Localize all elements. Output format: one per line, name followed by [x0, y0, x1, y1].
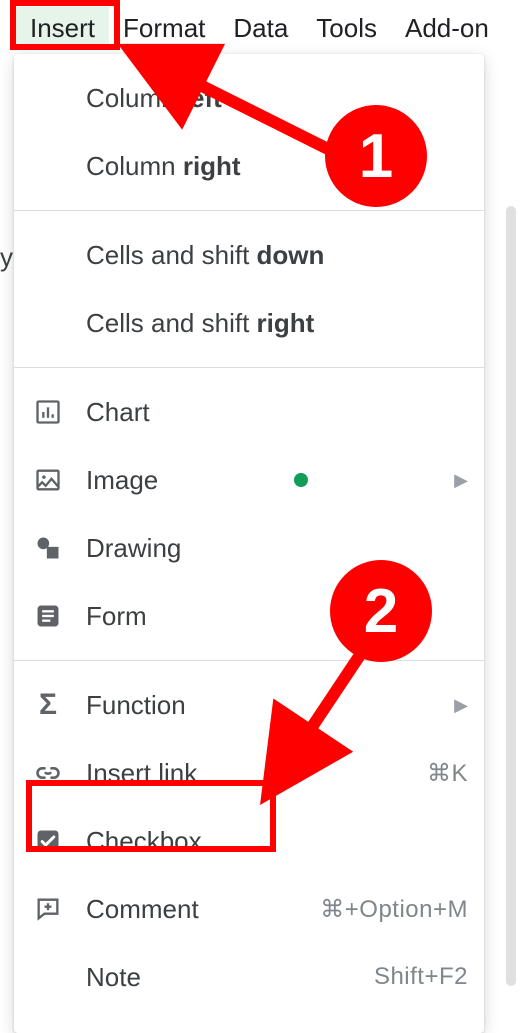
- menu-label: Drawing: [86, 533, 468, 564]
- menu-item-form[interactable]: Form: [14, 582, 484, 650]
- menu-label: Column left: [86, 83, 468, 114]
- menu-label: Column right: [86, 151, 468, 182]
- menu-item-image[interactable]: Image ▶: [14, 446, 484, 514]
- menu-item-checkbox[interactable]: Checkbox: [14, 807, 484, 875]
- sheet-left-cutoff: y: [0, 242, 13, 273]
- spacer-icon: [32, 961, 64, 993]
- menu-label: Note: [86, 962, 364, 993]
- spacer-icon: [32, 150, 64, 182]
- shortcut-label: Shift+F2: [374, 963, 468, 991]
- menu-item-drawing[interactable]: Drawing: [14, 514, 484, 582]
- menu-item-chart[interactable]: Chart: [14, 378, 484, 446]
- menubar-item-insert[interactable]: Insert: [16, 7, 109, 50]
- form-icon: [32, 600, 64, 632]
- menu-scrollbar[interactable]: [506, 206, 516, 986]
- menu-label: Cells and shift down: [86, 240, 468, 271]
- comment-icon: [32, 893, 64, 925]
- spacer-icon: [32, 239, 64, 271]
- spacer-icon: [32, 82, 64, 114]
- menu-label: Checkbox: [86, 826, 468, 857]
- menu-item-comment[interactable]: Comment ⌘+Option+M: [14, 875, 484, 943]
- link-icon: [32, 757, 64, 789]
- menu-item-shift-down[interactable]: Cells and shift down: [14, 221, 484, 289]
- menu-divider: [14, 210, 484, 211]
- menu-item-function[interactable]: Σ Function ▶: [14, 671, 484, 739]
- new-feature-dot: [294, 473, 308, 487]
- menu-divider: [14, 660, 484, 661]
- chevron-right-icon: ▶: [454, 470, 468, 491]
- chevron-right-icon: ▶: [454, 695, 468, 716]
- menu-label: Insert link: [86, 758, 417, 789]
- menu-item-shift-right[interactable]: Cells and shift right: [14, 289, 484, 357]
- function-icon: Σ: [32, 689, 64, 721]
- drawing-icon: [32, 532, 64, 564]
- menu-divider: [14, 367, 484, 368]
- menu-label: Comment: [86, 894, 310, 925]
- spacer-icon: [32, 307, 64, 339]
- menubar-item-data[interactable]: Data: [219, 7, 302, 50]
- menu-item-insert-link[interactable]: Insert link ⌘K: [14, 739, 484, 807]
- chart-icon: [32, 396, 64, 428]
- menu-item-column-left[interactable]: Column left: [14, 64, 484, 132]
- menu-label: Cells and shift right: [86, 308, 468, 339]
- menubar-item-tools[interactable]: Tools: [302, 7, 391, 50]
- image-icon: [32, 464, 64, 496]
- menu-label: Form: [86, 601, 468, 632]
- checkbox-icon: [32, 825, 64, 857]
- menubar-item-format[interactable]: Format: [109, 7, 219, 50]
- menu-label: Chart: [86, 397, 468, 428]
- menu-label: Function: [86, 690, 444, 721]
- shortcut-label: ⌘K: [427, 759, 468, 788]
- menubar: Insert Format Data Tools Add-on: [0, 4, 520, 52]
- shortcut-label: ⌘+Option+M: [320, 895, 468, 924]
- menu-label: Image: [86, 465, 444, 496]
- menubar-item-addons[interactable]: Add-on: [391, 7, 503, 50]
- menu-item-column-right[interactable]: Column right: [14, 132, 484, 200]
- insert-menu-dropdown: Column left Column right Cells and shift…: [14, 54, 484, 1033]
- menu-item-note[interactable]: Note Shift+F2: [14, 943, 484, 1011]
